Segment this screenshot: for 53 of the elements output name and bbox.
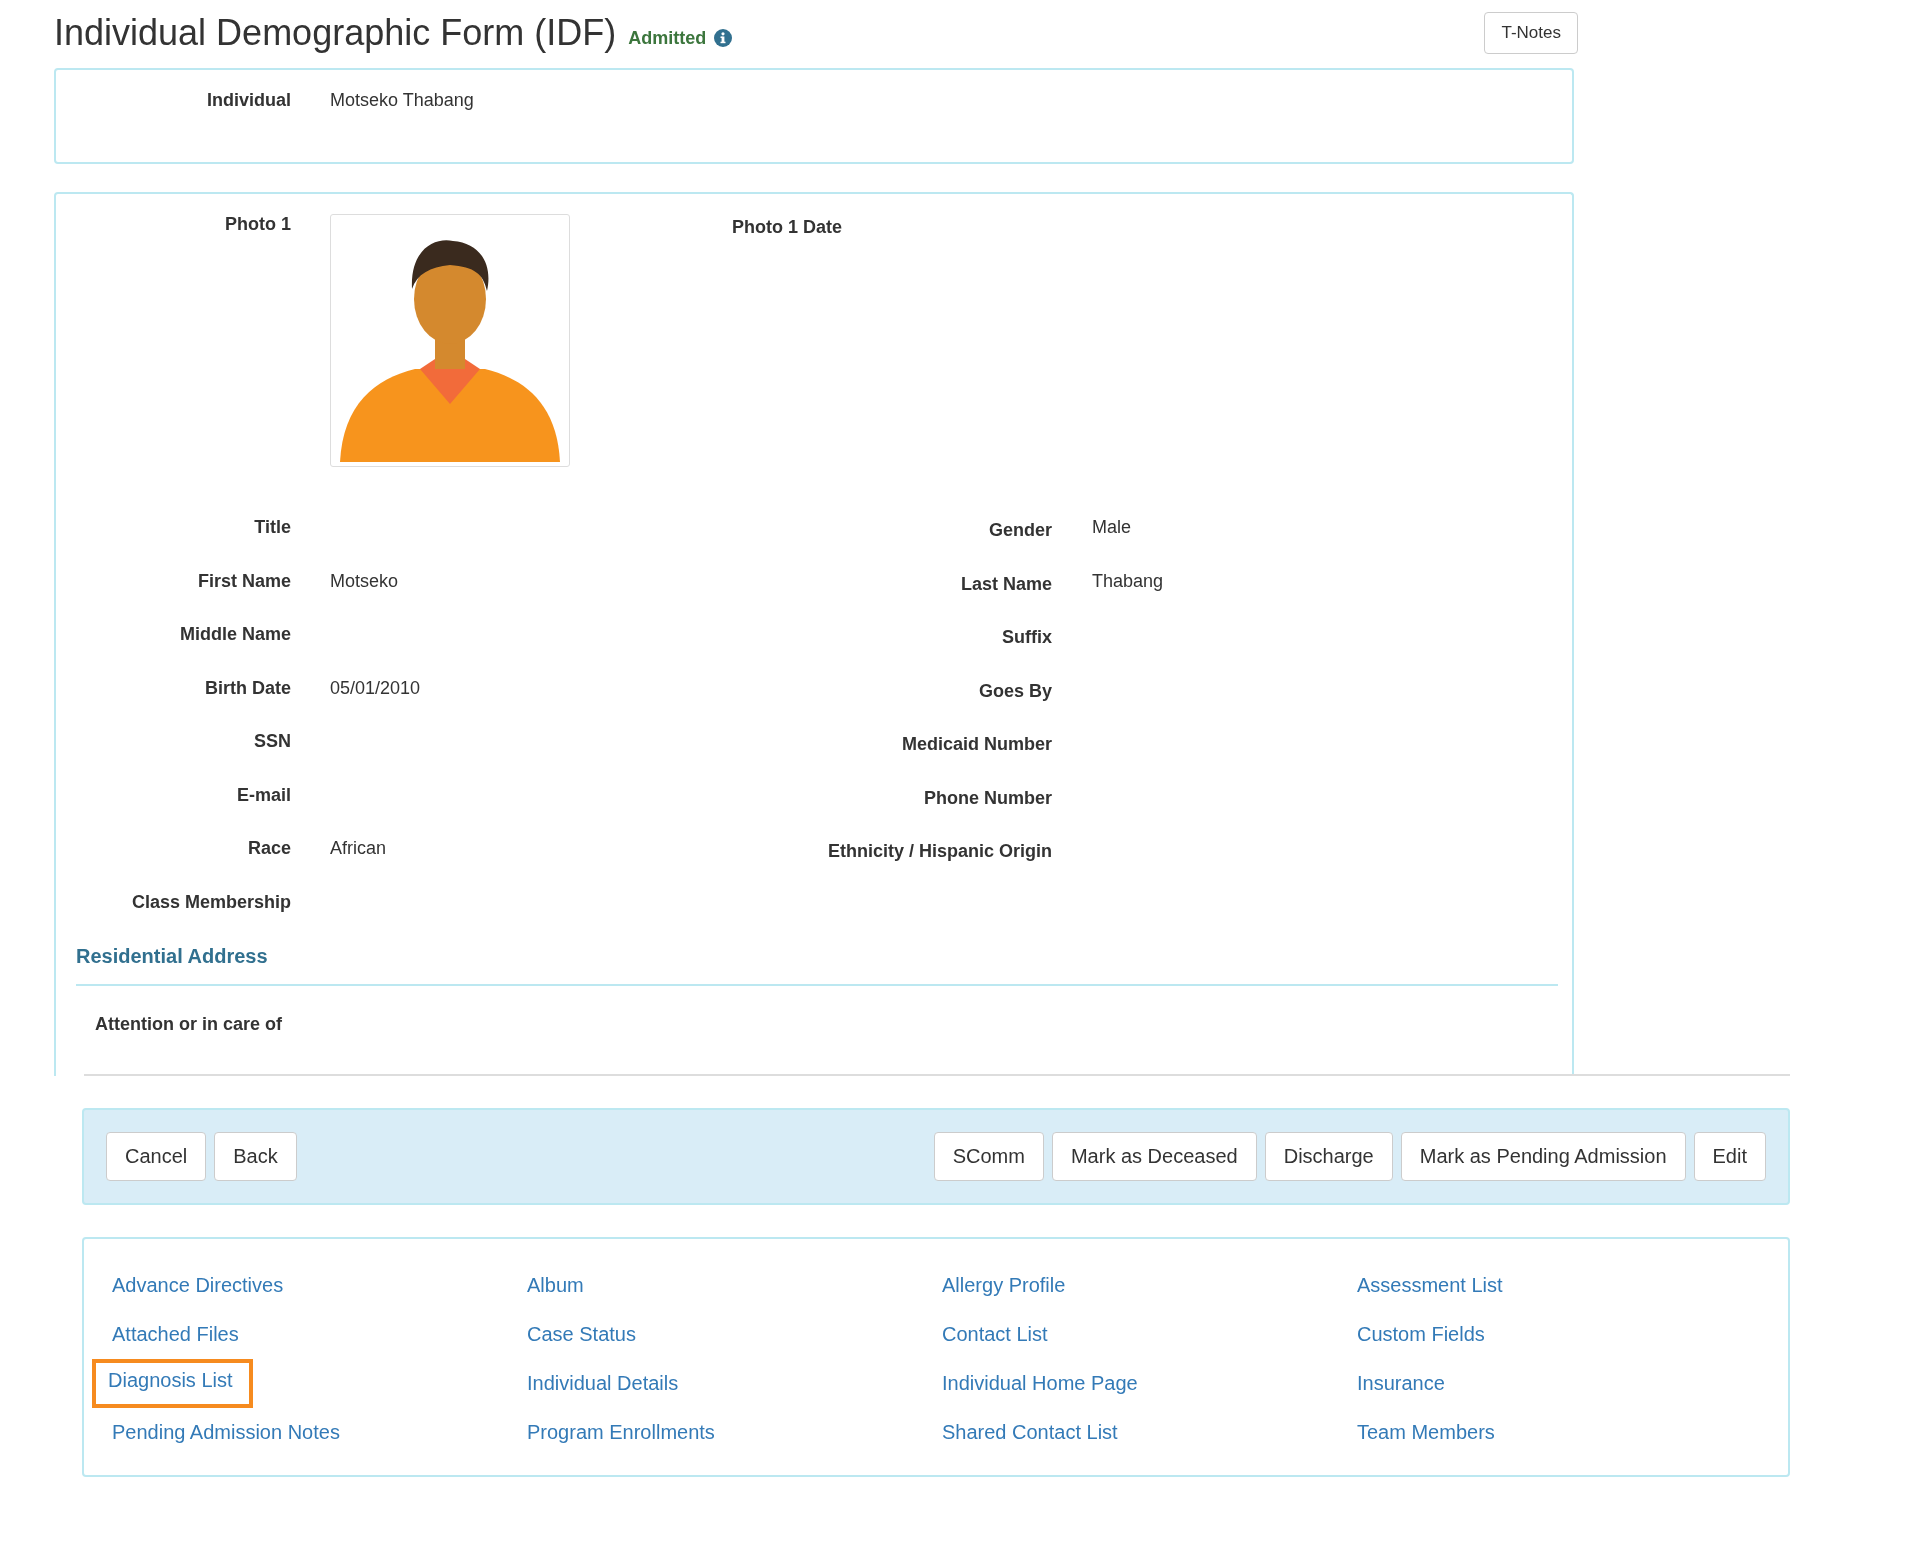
nav-link[interactable]: Individual Home Page <box>934 1359 1146 1408</box>
field-value: African <box>330 838 387 858</box>
field-label: Suffix <box>1001 626 1052 649</box>
nav-link[interactable]: Team Members <box>1349 1408 1503 1457</box>
status-label: Admitted <box>628 27 707 49</box>
field-label: Ethnicity / Hispanic Origin <box>826 840 1052 863</box>
field-value: Thabang <box>1092 570 1164 592</box>
field-label: Title <box>253 517 291 538</box>
field-label: Birth Date <box>204 677 291 699</box>
field-value: 05/01/2010 <box>330 677 421 698</box>
action-button[interactable]: Mark as Deceased <box>1051 1132 1257 1181</box>
action-button[interactable]: Back <box>214 1132 297 1181</box>
t-notes-button[interactable]: T-Notes <box>1484 12 1578 54</box>
field-label: Last Name <box>959 572 1052 596</box>
nav-link[interactable]: Case Status <box>519 1310 644 1359</box>
nav-link[interactable]: Individual Details <box>519 1359 687 1408</box>
field-label: Gender <box>987 519 1052 542</box>
page-title: Individual Demographic Form (IDF) <box>54 12 617 54</box>
field-label: Photo 1 <box>224 214 291 235</box>
nav-link[interactable]: Custom Fields <box>1349 1310 1493 1359</box>
action-button[interactable]: Edit <box>1693 1132 1766 1181</box>
nav-link[interactable]: Allergy Profile <box>934 1261 1074 1310</box>
field-label: First Name <box>196 570 291 592</box>
field-value: Motseko <box>330 570 399 591</box>
action-button[interactable]: SComm <box>933 1132 1044 1181</box>
field-value: Motseko Thabang <box>330 90 474 110</box>
nav-link[interactable]: Program Enrollments <box>519 1408 723 1457</box>
nav-link[interactable]: Shared Contact List <box>934 1408 1126 1457</box>
field-label: Class Membership <box>130 891 291 913</box>
nav-link[interactable]: Advance Directives <box>104 1261 292 1310</box>
nav-link[interactable]: Contact List <box>934 1310 1056 1359</box>
field-label: Attention or in care of <box>94 1014 283 1035</box>
field-value: Male <box>1092 517 1131 538</box>
field-label: Photo 1 Date <box>731 216 842 239</box>
field-label: Middle Name <box>178 624 291 645</box>
field-label: Medicaid Number <box>900 733 1052 756</box>
field-label: E-mail <box>235 784 291 806</box>
section-heading: Residential Address <box>76 945 1558 986</box>
action-button[interactable]: Mark as Pending Admission <box>1400 1132 1686 1181</box>
field-label: Individual <box>206 90 291 111</box>
nav-link[interactable]: Album <box>519 1261 592 1310</box>
nav-link[interactable]: Pending Admission Notes <box>104 1408 348 1457</box>
nav-link[interactable]: Insurance <box>1349 1359 1453 1408</box>
nav-link[interactable]: Attached Files <box>104 1310 247 1359</box>
field-label: SSN <box>253 731 291 752</box>
nav-link[interactable]: Diagnosis List <box>92 1359 253 1408</box>
field-label: Phone Number <box>923 786 1052 810</box>
action-button[interactable]: Discharge <box>1264 1132 1393 1181</box>
action-button[interactable]: Cancel <box>106 1132 207 1181</box>
field-label: Race <box>246 838 291 859</box>
info-icon[interactable] <box>714 29 733 47</box>
nav-link[interactable]: Assessment List <box>1349 1261 1511 1310</box>
field-label: Goes By <box>977 679 1052 703</box>
